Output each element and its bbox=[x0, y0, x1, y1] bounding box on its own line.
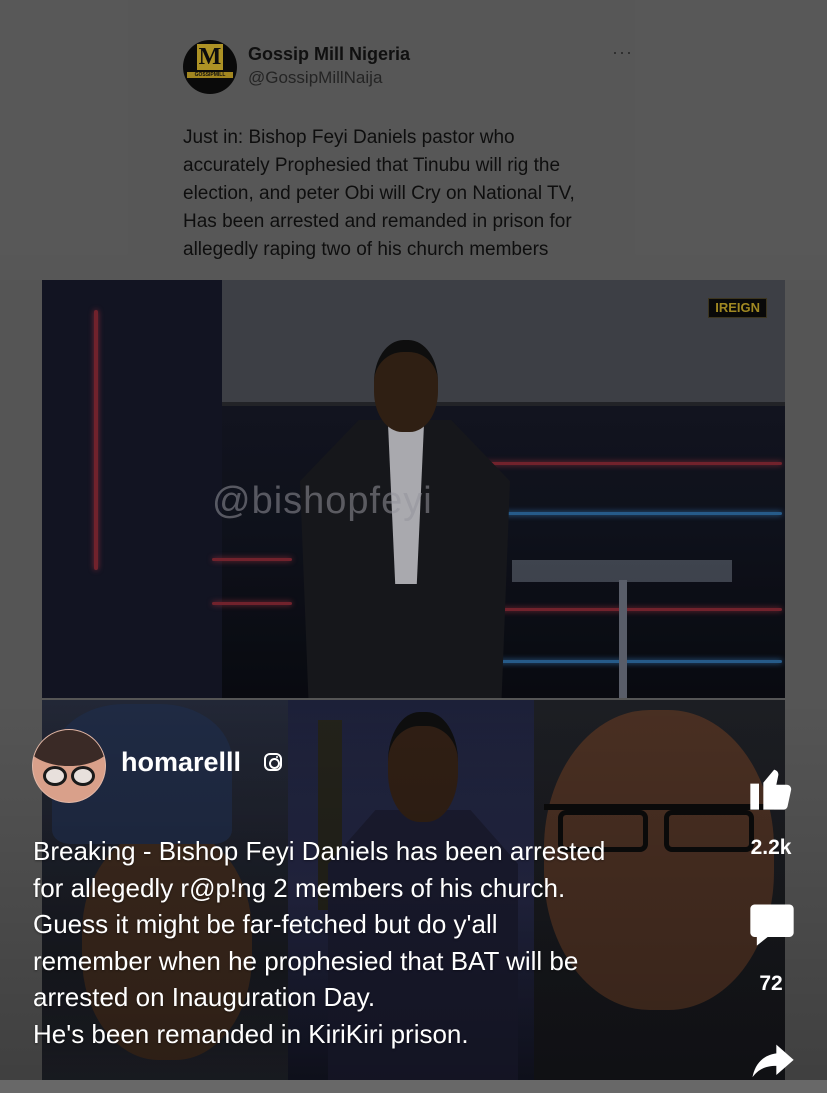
like-count: 2.2k bbox=[750, 836, 792, 859]
comment-count: 72 bbox=[759, 972, 783, 995]
caption-line: arrested on Inauguration Day. bbox=[33, 982, 376, 1012]
author-avatar[interactable] bbox=[32, 729, 106, 803]
caption-line: Guess it might be far-fetched but do y'a… bbox=[33, 909, 498, 939]
reel-caption[interactable]: Breaking - Bishop Feyi Daniels has been … bbox=[33, 833, 723, 1052]
side-actions: 2.2k 72 bbox=[740, 760, 802, 1080]
thumbs-up-icon[interactable] bbox=[746, 762, 798, 814]
avatar-glasses bbox=[43, 766, 95, 786]
caption-line: He's been remanded in KiriKiri prison. bbox=[33, 1018, 469, 1049]
author-username[interactable]: homarelll bbox=[121, 747, 241, 778]
share-arrow-icon[interactable] bbox=[746, 1036, 798, 1088]
caption-line: remember when he prophesied that BAT wil… bbox=[33, 945, 579, 976]
comment-bubble-icon[interactable] bbox=[746, 898, 798, 950]
avatar-hair bbox=[33, 730, 105, 766]
caption-line: for allegedly r@p!ng 2 members of his ch… bbox=[33, 872, 566, 903]
caption-line: Breaking - Bishop Feyi Daniels has been … bbox=[33, 836, 606, 866]
instagram-icon bbox=[264, 753, 282, 771]
